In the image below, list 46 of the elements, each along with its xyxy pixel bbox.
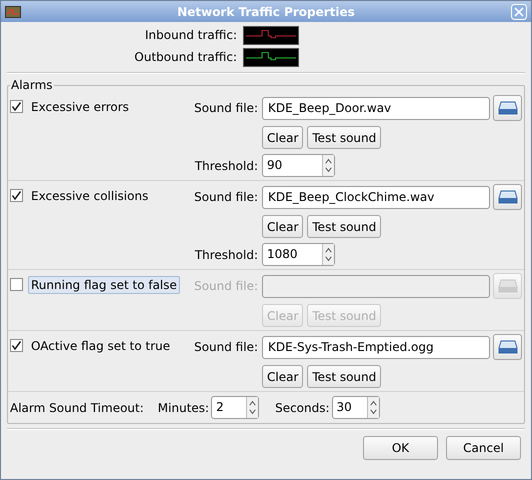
traffic-label: Inbound traffic: <box>144 28 237 42</box>
checkbox-label[interactable]: Excessive errors <box>28 98 132 116</box>
checkbox-label[interactable]: Running flag set to false <box>28 276 180 294</box>
browse-button[interactable] <box>493 184 522 210</box>
checkbox[interactable] <box>10 278 23 291</box>
spin-arrows-icon[interactable] <box>366 397 379 418</box>
spin-arrows-icon[interactable] <box>246 397 258 418</box>
clear-button[interactable]: Clear <box>262 126 304 149</box>
sound-file-field[interactable]: KDE_Beep_Door.wav <box>262 96 490 120</box>
seconds-spinbox[interactable]: 30 <box>332 396 380 419</box>
browse-button[interactable] <box>493 95 522 121</box>
checkbox[interactable] <box>10 339 23 352</box>
test-sound-button[interactable]: Test sound <box>307 215 382 238</box>
field-label: Sound file: <box>193 279 258 293</box>
test-sound-button[interactable]: Test sound <box>307 365 382 388</box>
test-sound-button[interactable]: Test sound <box>307 126 382 149</box>
field-label: Sound file: <box>193 190 258 204</box>
browse-button[interactable] <box>493 334 522 360</box>
field-label: Threshold: <box>194 158 258 172</box>
checkbox-label[interactable]: OActive flag set to true <box>28 337 174 355</box>
threshold-spinbox[interactable]: 1080 <box>262 243 335 266</box>
traffic-graph <box>243 26 299 44</box>
clear-button[interactable]: Clear <box>262 215 304 238</box>
traffic-graph <box>243 48 299 66</box>
clear-button[interactable]: Clear <box>262 365 304 388</box>
sound-file-field[interactable]: KDE_Beep_ClockChime.wav <box>262 186 490 208</box>
seconds-label: Seconds: <box>275 400 330 414</box>
group-title: Alarms <box>10 78 54 92</box>
field-label: Sound file: <box>193 101 258 115</box>
traffic-label: Outbound traffic: <box>133 50 237 64</box>
dialog-button[interactable]: Cancel <box>446 436 521 460</box>
dialog-button[interactable]: OK <box>363 436 438 460</box>
threshold-spinbox[interactable]: 90 <box>262 154 335 177</box>
spin-arrows-icon[interactable] <box>322 244 334 265</box>
window-title: Network Traffic Properties <box>176 4 356 18</box>
checkbox-label[interactable]: Excessive collisions <box>28 187 152 205</box>
spin-arrows-icon[interactable] <box>322 155 334 176</box>
checkbox[interactable] <box>10 100 23 113</box>
app-icon <box>5 6 21 18</box>
field-label: Sound file: <box>193 340 258 354</box>
minutes-spinbox[interactable]: 2 <box>211 396 260 419</box>
sound-file-field[interactable]: KDE-Sys-Trash-Emptied.ogg <box>262 336 490 358</box>
field-label: Threshold: <box>194 248 258 262</box>
checkbox[interactable] <box>10 189 23 202</box>
timeout-label: Alarm Sound Timeout: <box>10 400 144 414</box>
minutes-label: Minutes: <box>158 400 210 414</box>
